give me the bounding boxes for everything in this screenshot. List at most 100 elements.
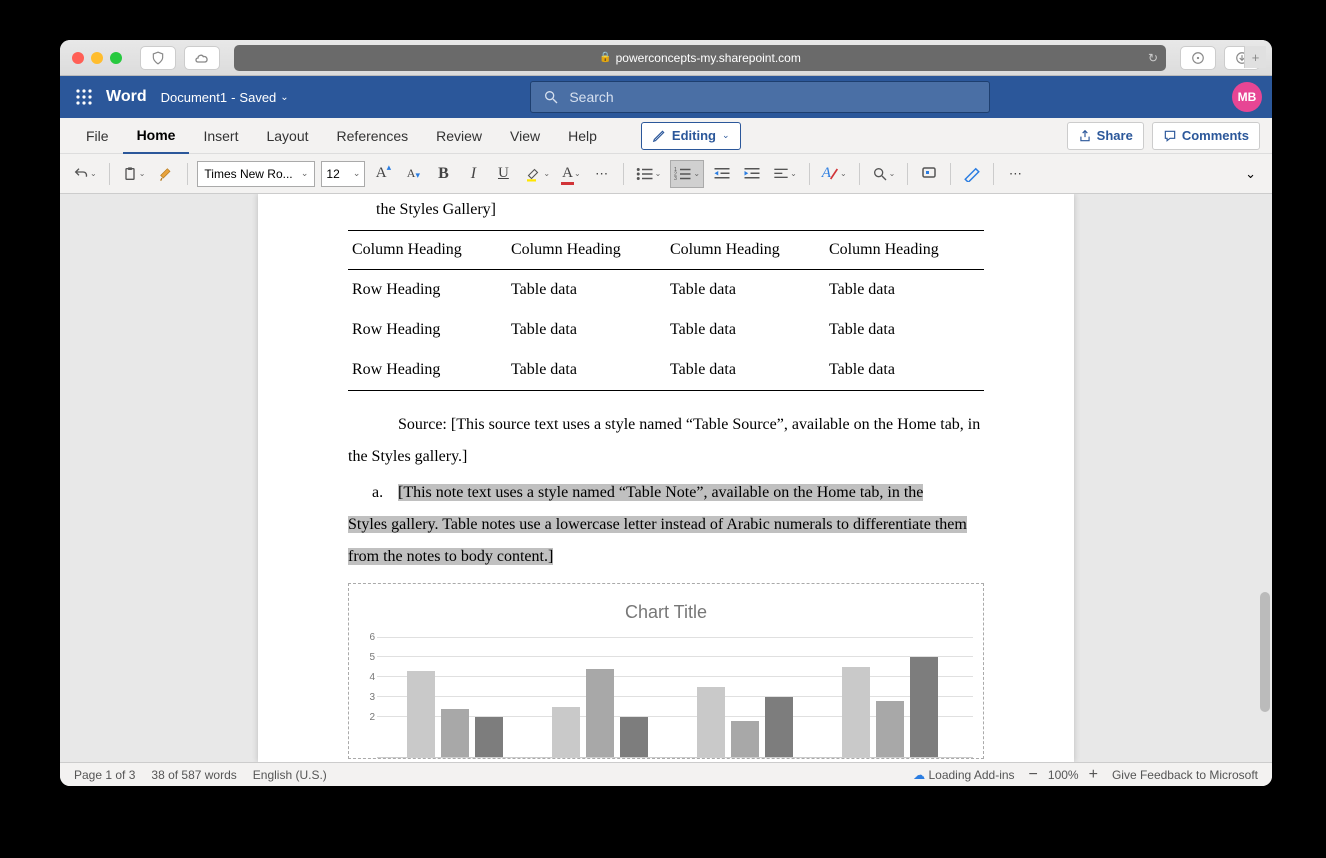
styles-button[interactable]: A⌄: [819, 160, 850, 188]
comments-button[interactable]: Comments: [1152, 122, 1260, 150]
format-painter-button[interactable]: [154, 160, 178, 188]
grow-font-button[interactable]: A▴: [371, 160, 395, 188]
editing-mode-button[interactable]: Editing ⌄: [641, 122, 741, 150]
zoom-level[interactable]: 100%: [1048, 768, 1079, 782]
reader-button[interactable]: [1180, 46, 1216, 70]
more-font-button[interactable]: ⋯: [590, 160, 614, 188]
chart-bar: [731, 721, 759, 757]
shield-icon: [151, 51, 165, 65]
bullets-icon: [636, 167, 654, 181]
table-cell: Table data: [825, 269, 984, 310]
url-bar[interactable]: 🔒 powerconcepts-my.sharepoint.com ↻: [234, 45, 1166, 71]
zoom-out-button[interactable]: −: [1029, 766, 1038, 784]
numbering-icon: 123: [674, 167, 692, 181]
find-button[interactable]: ⌄: [869, 160, 899, 188]
page[interactable]: the Styles Gallery] Column Heading Colum…: [258, 194, 1074, 762]
icloud-tabs-button[interactable]: [184, 46, 220, 70]
tab-view[interactable]: View: [496, 118, 554, 154]
embedded-chart[interactable]: Chart Title 23456: [348, 583, 984, 759]
highlight-button[interactable]: ⌄: [521, 160, 553, 188]
designer-button[interactable]: [960, 160, 984, 188]
document-title-button[interactable]: Document1 - Saved ⌄: [161, 90, 289, 105]
table-header: Column Heading: [348, 231, 507, 270]
chart-bar: [910, 657, 938, 757]
table-cell: Table data: [666, 269, 825, 310]
outdent-icon: [713, 167, 731, 181]
tab-home[interactable]: Home: [123, 118, 190, 154]
chart-bar-group: [397, 671, 512, 757]
indent-icon: [743, 167, 761, 181]
italic-button[interactable]: I: [461, 160, 485, 188]
table-cell: Table data: [666, 310, 825, 350]
minimize-window-button[interactable]: [91, 52, 103, 64]
save-status: Saved: [239, 90, 276, 105]
chart-bar: [620, 717, 648, 757]
underline-button[interactable]: U: [491, 160, 515, 188]
font-color-button[interactable]: A⌄: [559, 160, 584, 188]
font-size-select[interactable]: 12⌄: [321, 161, 365, 187]
search-icon: [872, 166, 888, 182]
new-tab-button[interactable]: +: [1244, 46, 1266, 68]
bold-button[interactable]: B: [431, 160, 455, 188]
numbering-button[interactable]: 123⌄: [670, 160, 704, 188]
paste-button[interactable]: ⌄: [119, 160, 149, 188]
collapse-ribbon-button[interactable]: ⌄: [1239, 166, 1262, 182]
tab-help[interactable]: Help: [554, 118, 611, 154]
dictate-button[interactable]: [917, 160, 941, 188]
search-input[interactable]: Search: [530, 81, 990, 113]
table-row: Row HeadingTable dataTable dataTable dat…: [348, 269, 984, 310]
styles-pen-icon: [829, 167, 839, 181]
document-table[interactable]: Column Heading Column Heading Column Hea…: [348, 230, 984, 391]
reload-icon[interactable]: ↻: [1148, 51, 1158, 65]
user-avatar[interactable]: MB: [1232, 82, 1262, 112]
table-cell: Table data: [825, 310, 984, 350]
feedback-link[interactable]: Give Feedback to Microsoft: [1112, 768, 1258, 782]
toolbar: ⌄ ⌄ Times New Ro...⌄ 12⌄ A▴ A▾ B I U ⌄ A…: [60, 154, 1272, 194]
align-button[interactable]: ⌄: [770, 160, 800, 188]
table-header: Column Heading: [507, 231, 666, 270]
privacy-report-button[interactable]: [140, 46, 176, 70]
maximize-window-button[interactable]: [110, 52, 122, 64]
font-family-select[interactable]: Times New Ro...⌄: [197, 161, 315, 187]
browser-window: 🔒 powerconcepts-my.sharepoint.com ↻ + Wo…: [60, 40, 1272, 786]
tab-references[interactable]: References: [323, 118, 423, 154]
chevron-down-icon: ⌄: [280, 92, 288, 103]
tab-insert[interactable]: Insert: [189, 118, 252, 154]
cloud-icon: [194, 52, 210, 64]
undo-button[interactable]: ⌄: [70, 160, 100, 188]
pencil-icon: [652, 129, 666, 143]
more-commands-button[interactable]: ⋯: [1003, 160, 1027, 188]
language-indicator[interactable]: English (U.S.): [253, 768, 327, 782]
shrink-font-button[interactable]: A▾: [401, 160, 425, 188]
tab-layout[interactable]: Layout: [252, 118, 322, 154]
app-name[interactable]: Word: [106, 88, 147, 106]
zoom-in-button[interactable]: +: [1089, 766, 1098, 784]
table-cell: Table data: [825, 350, 984, 391]
addins-status: ☁ Loading Add-ins: [913, 768, 1014, 782]
increase-indent-button[interactable]: [740, 160, 764, 188]
share-button[interactable]: Share: [1067, 122, 1144, 150]
decrease-indent-button[interactable]: [710, 160, 734, 188]
document-canvas[interactable]: the Styles Gallery] Column Heading Colum…: [60, 194, 1272, 762]
app-launcher-button[interactable]: [70, 83, 98, 111]
word-count[interactable]: 38 of 587 words: [151, 768, 236, 782]
document-name: Document1: [161, 90, 227, 105]
chart-bar: [407, 671, 435, 757]
vertical-scrollbar[interactable]: [1258, 392, 1270, 762]
chart-bar: [876, 701, 904, 757]
page-indicator[interactable]: Page 1 of 3: [74, 768, 135, 782]
close-window-button[interactable]: [72, 52, 84, 64]
bullets-button[interactable]: ⌄: [633, 160, 665, 188]
search-placeholder: Search: [569, 89, 613, 105]
table-note: a.[This note text uses a style named “Ta…: [348, 477, 984, 573]
chart-bar: [765, 697, 793, 757]
tab-file[interactable]: File: [72, 118, 123, 154]
scrollbar-thumb[interactable]: [1260, 592, 1270, 712]
browser-titlebar: 🔒 powerconcepts-my.sharepoint.com ↻ +: [60, 40, 1272, 76]
tab-review[interactable]: Review: [422, 118, 496, 154]
ribbon-tabs: File Home Insert Layout References Revie…: [60, 118, 1272, 154]
comment-icon: [1163, 129, 1177, 143]
align-left-icon: [773, 167, 789, 181]
chart-bar-group: [832, 657, 947, 757]
svg-text:3: 3: [674, 176, 677, 181]
